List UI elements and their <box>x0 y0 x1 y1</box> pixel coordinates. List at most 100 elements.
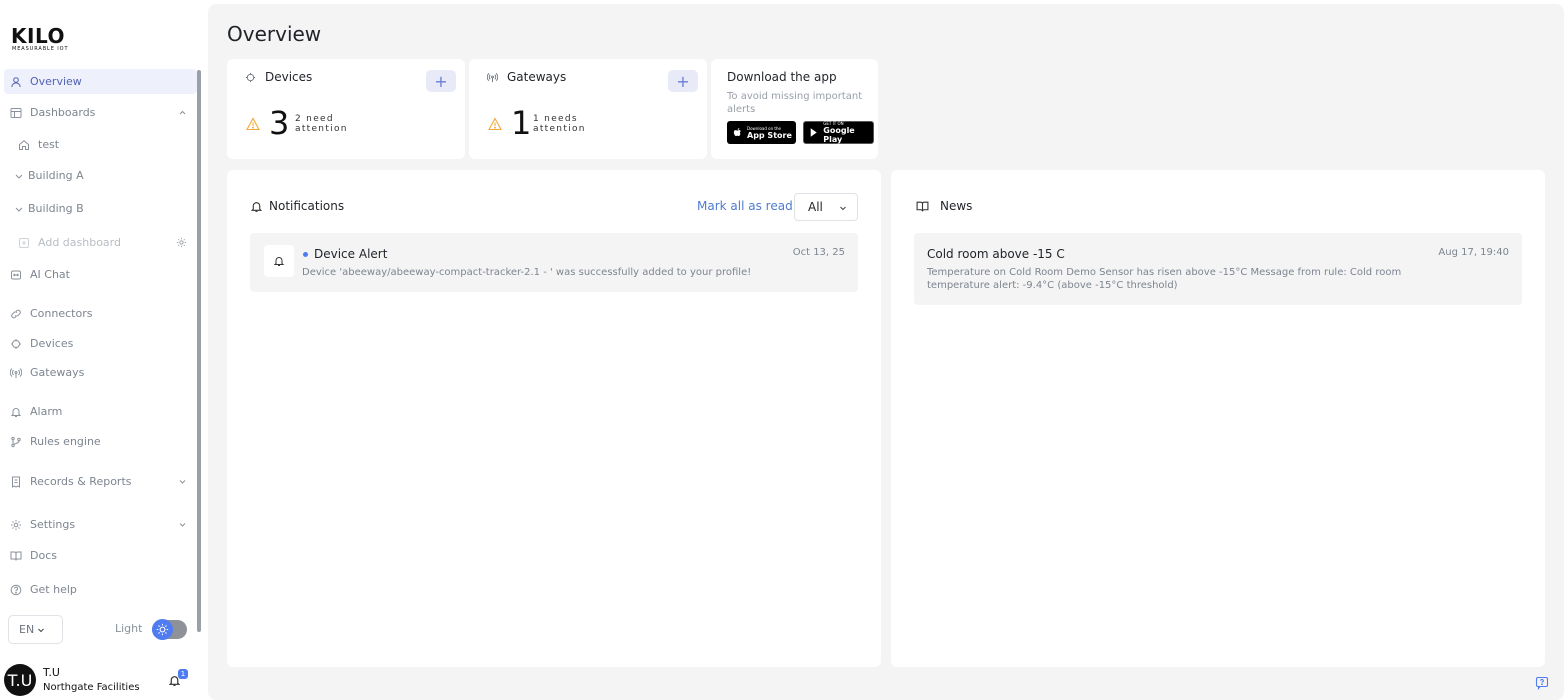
nav-records-reports[interactable]: Records & Reports <box>4 469 197 494</box>
gear-icon[interactable] <box>176 237 187 248</box>
nav-label: Alarm <box>30 405 63 418</box>
gateways-attention-line2: attention <box>533 124 586 134</box>
nav-label: Settings <box>30 518 76 531</box>
brand-name: KILO <box>11 24 65 48</box>
news-title: News <box>940 199 973 213</box>
download-app-subtitle: To avoid missing important alerts <box>727 91 863 115</box>
notification-body: Device 'abeeway/abeeway-compact-tracker-… <box>302 267 752 278</box>
dashboard-item-building-b[interactable]: Building B <box>4 196 197 221</box>
warning-icon <box>246 117 260 131</box>
google-play-name: Google Play <box>823 126 855 144</box>
gateways-count: 1 <box>511 104 532 142</box>
sidebar-scrollbar[interactable] <box>197 70 201 632</box>
book-icon <box>10 551 22 561</box>
devices-count: 3 <box>269 104 290 142</box>
user-icon <box>11 76 21 87</box>
home-icon <box>19 139 29 150</box>
dashboard-item-label: Building A <box>28 169 84 182</box>
language-value: EN <box>19 623 35 636</box>
apple-icon <box>733 128 741 137</box>
unread-dot <box>303 252 308 257</box>
gateways-card: Gateways + 1 1 needs attention <box>469 59 707 159</box>
layout-icon <box>10 107 22 118</box>
nav-label: Overview <box>30 75 82 88</box>
devices-card-title: Devices <box>265 70 313 84</box>
nav-label: Devices <box>30 337 74 350</box>
help-circle-icon <box>10 584 22 595</box>
sidebar: KILO MEASURABLE IOT Overview Dashboards … <box>0 0 204 700</box>
download-app-card: Download the app To avoid missing import… <box>711 59 878 159</box>
bot-icon <box>11 270 21 279</box>
notification-count-badge: 1 <box>178 669 188 679</box>
nav-label: Connectors <box>30 307 93 320</box>
nav-alarm[interactable]: Alarm <box>4 399 197 424</box>
devices-card: Devices + 3 2 need attention <box>227 59 465 159</box>
page-title: Overview <box>227 22 322 46</box>
notification-date: Oct 13, 25 <box>792 247 845 258</box>
chevron-down-icon <box>38 628 45 632</box>
add-gateway-button[interactable]: + <box>668 70 698 92</box>
nav-label: Get help <box>30 583 77 596</box>
app-store-name: App Store <box>747 130 792 140</box>
chevron-down-icon <box>179 523 186 527</box>
bell-icon <box>250 202 263 212</box>
google-play-button[interactable]: GET IT ON Google Play <box>803 121 874 144</box>
user-organization: Northgate Facilities <box>43 682 140 693</box>
plus-square-icon <box>19 237 29 248</box>
theme-label: Light <box>115 622 143 635</box>
nav-devices[interactable]: Devices <box>4 331 197 356</box>
nav-get-help[interactable]: Get help <box>4 577 197 602</box>
nav-label: Records & Reports <box>30 475 132 488</box>
nav-gateways[interactable]: Gateways <box>4 360 197 385</box>
notification-item[interactable]: Device Alert Oct 13, 25 Device 'abeeway/… <box>250 233 858 292</box>
nav-label: Docs <box>30 549 57 562</box>
sun-icon <box>152 619 173 640</box>
nav-connectors[interactable]: Connectors <box>4 301 197 326</box>
nav-label: AI Chat <box>30 268 70 281</box>
language-select[interactable]: EN <box>8 615 63 644</box>
google-play-icon <box>810 128 817 137</box>
nav-ai-chat[interactable]: AI Chat <box>4 262 197 287</box>
link-icon <box>11 309 21 318</box>
mark-all-read-link[interactable]: Mark all as read <box>697 199 793 213</box>
app-store-button[interactable]: Download on the App Store <box>727 121 796 144</box>
nav-dashboards[interactable]: Dashboards <box>4 100 197 125</box>
chat-help-icon[interactable] <box>1535 676 1549 690</box>
bell-icon <box>264 245 294 277</box>
nav-label: Gateways <box>30 366 85 379</box>
chevron-down-icon <box>15 174 23 179</box>
warning-icon <box>488 117 502 131</box>
dashboard-item-building-a[interactable]: Building A <box>4 163 197 188</box>
chevron-down-icon <box>840 206 846 211</box>
nav-overview[interactable]: Overview <box>4 69 197 94</box>
antenna-icon <box>10 367 22 378</box>
devices-attention-line2: attention <box>295 124 348 134</box>
news-item-date: Aug 17, 19:40 <box>1438 247 1509 258</box>
notification-title: Device Alert <box>314 247 388 261</box>
nav-label: Rules engine <box>30 435 101 448</box>
nav-docs[interactable]: Docs <box>4 543 197 568</box>
brand-logo[interactable]: KILO MEASURABLE IOT <box>11 26 68 52</box>
theme-toggle[interactable] <box>152 619 187 640</box>
antenna-icon <box>487 73 498 83</box>
add-device-button[interactable]: + <box>426 70 456 92</box>
chevron-down-icon <box>15 207 23 212</box>
news-panel: News Cold room above -15 C Aug 17, 19:40… <box>891 170 1545 667</box>
notifications-title: Notifications <box>269 199 345 213</box>
news-item[interactable]: Cold room above -15 C Aug 17, 19:40 Temp… <box>914 233 1522 305</box>
dashboard-item-test[interactable]: test <box>4 132 197 157</box>
avatar[interactable]: T.U <box>4 664 36 696</box>
receipt-icon <box>12 476 20 488</box>
add-dashboard-label: Add dashboard <box>38 236 121 249</box>
chevron-down-icon <box>179 480 186 484</box>
nav-rules-engine[interactable]: Rules engine <box>4 429 197 454</box>
gear-icon <box>11 519 21 530</box>
git-branch-icon <box>11 436 21 447</box>
filter-value: All <box>808 200 823 214</box>
notification-filter-select[interactable]: All <box>794 193 858 221</box>
chevron-up-icon <box>179 110 186 115</box>
bell-icon <box>10 407 22 417</box>
brand-tagline: MEASURABLE IOT <box>12 46 69 52</box>
add-dashboard-button[interactable]: Add dashboard <box>4 230 197 255</box>
nav-settings[interactable]: Settings <box>4 512 197 537</box>
